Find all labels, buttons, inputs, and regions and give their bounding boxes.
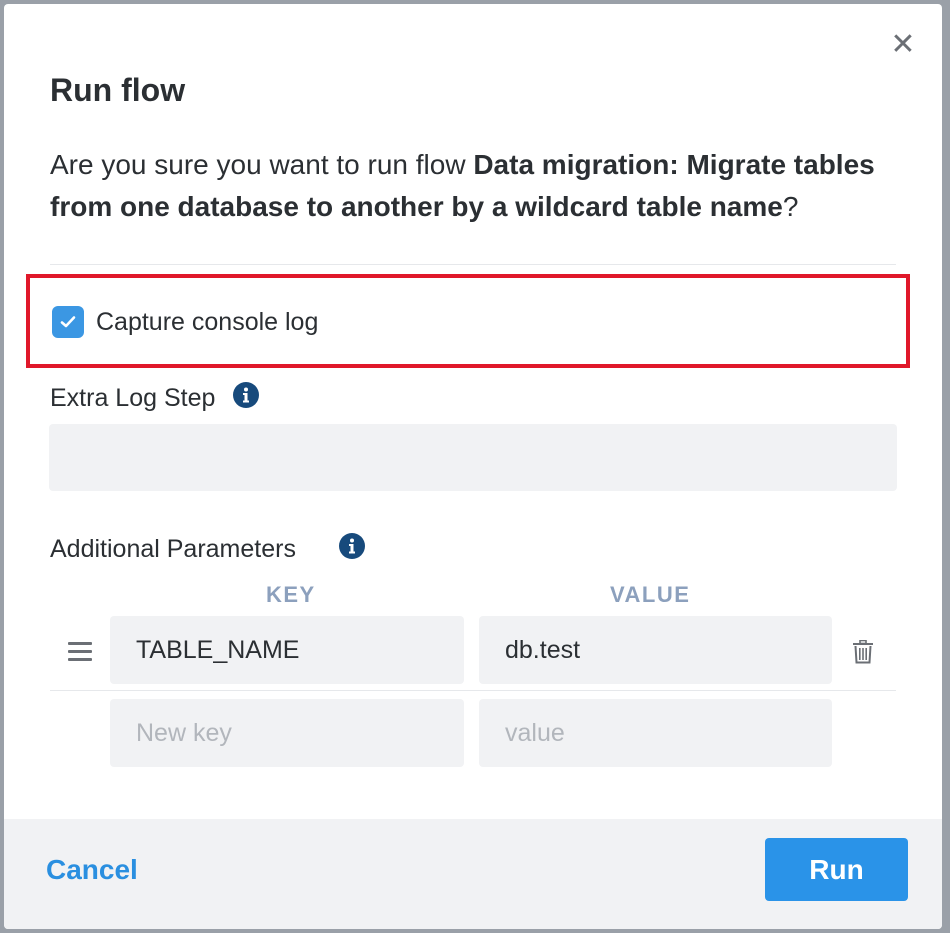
drag-handle-icon[interactable]: [68, 642, 92, 662]
trash-icon[interactable]: [852, 639, 874, 664]
capture-console-log-label[interactable]: Capture console log: [96, 308, 318, 337]
info-icon[interactable]: [339, 533, 365, 559]
check-icon: [60, 316, 76, 328]
run-flow-dialog: ✕ Run flow Are you sure you want to run …: [4, 4, 942, 929]
capture-console-log-checkbox[interactable]: [52, 306, 84, 338]
row-divider: [50, 690, 896, 691]
value-column-header: VALUE: [610, 582, 691, 607]
cancel-button[interactable]: Cancel: [46, 854, 138, 886]
key-column-header: KEY: [266, 582, 316, 607]
additional-parameters-label: Additional Parameters: [50, 535, 296, 563]
run-button[interactable]: Run: [765, 838, 908, 901]
question-suffix: ?: [782, 191, 799, 222]
parameter-value-input[interactable]: db.test: [479, 616, 832, 684]
info-icon[interactable]: [233, 382, 259, 408]
divider: [50, 264, 896, 265]
extra-log-step-input[interactable]: [49, 424, 897, 491]
confirmation-text: Are you sure you want to run flow Data m…: [50, 144, 910, 228]
new-value-input[interactable]: value: [479, 699, 832, 767]
parameter-key-input[interactable]: TABLE_NAME: [110, 616, 464, 684]
extra-log-step-label: Extra Log Step: [50, 384, 216, 412]
new-key-input[interactable]: New key: [110, 699, 464, 767]
dialog-title: Run flow: [50, 72, 186, 108]
question-prefix: Are you sure you want to run flow: [50, 149, 474, 180]
close-icon[interactable]: ✕: [890, 30, 916, 60]
